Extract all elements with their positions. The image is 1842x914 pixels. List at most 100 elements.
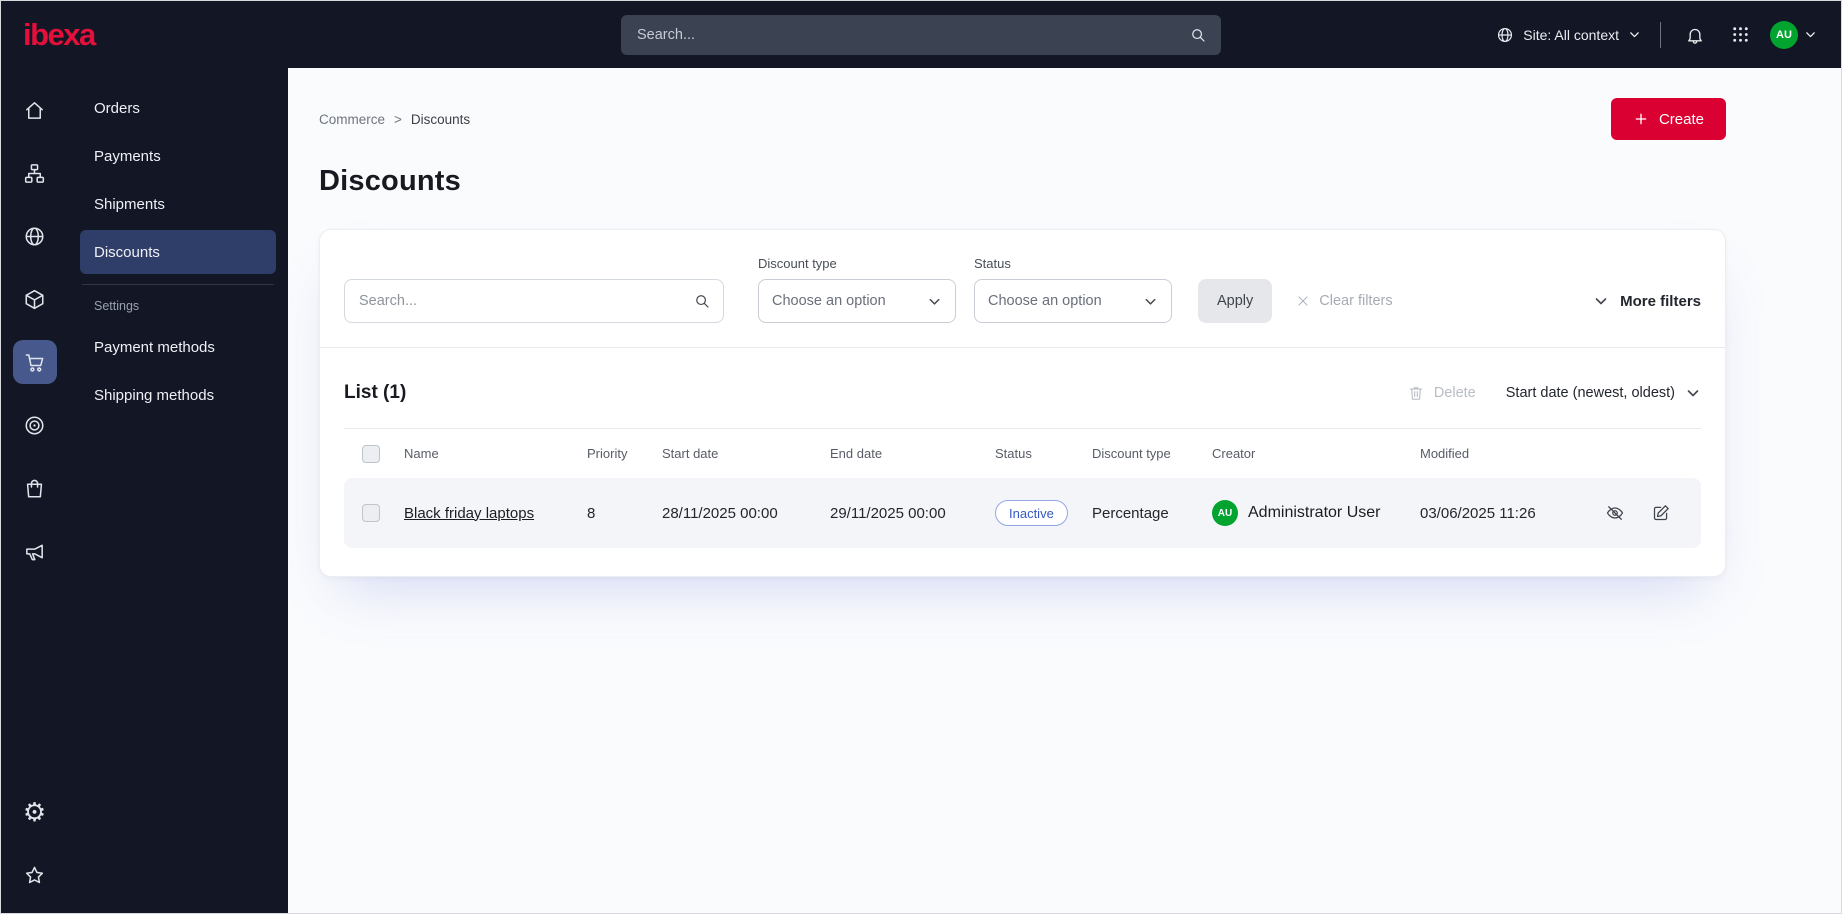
menu-item-discounts[interactable]: Discounts [80, 230, 276, 274]
gear-icon: ⚙ [22, 797, 47, 827]
menu-item-label: Discounts [94, 243, 160, 261]
list-title: List (1) [344, 382, 407, 403]
more-filters-label: More filters [1620, 292, 1701, 310]
nav-home-button[interactable] [13, 88, 57, 132]
select-all-checkbox[interactable] [362, 444, 380, 463]
delete-button[interactable]: Delete [1407, 384, 1476, 402]
page-title: Discounts [319, 165, 461, 197]
nav-marketing-button[interactable] [13, 529, 57, 573]
global-search [621, 14, 1221, 55]
sitemap-icon [23, 162, 46, 185]
user-menu[interactable]: AU [1770, 20, 1817, 49]
modified-value: 03/06/2025 11:26 [1420, 504, 1536, 522]
chevron-down-icon [1628, 28, 1641, 41]
create-button[interactable]: Create [1610, 98, 1726, 140]
row-checkbox[interactable] [362, 504, 380, 522]
admin-settings-button[interactable]: ⚙ [13, 790, 57, 834]
icon-rail: ⚙ [1, 68, 68, 913]
sort-dropdown[interactable]: Start date (newest, oldest) [1506, 385, 1701, 401]
menu-item-shipping-methods[interactable]: Shipping methods [80, 373, 276, 417]
search-icon [1189, 26, 1207, 44]
table-header-row: Name Priority Start date End date Status… [344, 428, 1701, 478]
discounts-card: Discount type Choose an option Status [319, 229, 1726, 577]
status-badge: Inactive [995, 500, 1068, 526]
menu-item-orders[interactable]: Orders [80, 86, 276, 130]
discount-name-link[interactable]: Black friday laptops [404, 505, 534, 522]
apply-filters-button[interactable]: Apply [1198, 279, 1273, 323]
site-context-label: Site: All context [1523, 26, 1619, 43]
discount-type-label: Discount type [758, 256, 837, 271]
row-actions [1594, 503, 1701, 523]
trash-icon [1407, 384, 1425, 402]
content-inner: Commerce > Discounts Create Discounts Se… [319, 98, 1726, 577]
more-filters-button[interactable]: More filters [1593, 279, 1701, 323]
rail-bottom-group: ⚙ [13, 790, 57, 897]
menu-item-shipments[interactable]: Shipments [80, 182, 276, 226]
topbar-right-cluster: Site: All context AU [1496, 19, 1817, 51]
plus-icon [1633, 111, 1649, 127]
ibexa-logo: ibexa [23, 16, 96, 52]
topbar-divider [1660, 21, 1661, 48]
menu-item-label: Orders [94, 99, 140, 117]
chevron-down-icon [1804, 28, 1817, 41]
column-header-discount-type: Discount type [1092, 446, 1171, 461]
target-icon [23, 414, 46, 437]
chevron-down-icon [1685, 385, 1701, 401]
bookmarks-button[interactable] [13, 853, 57, 897]
delete-button-label: Delete [1433, 385, 1476, 401]
eye-off-icon [1605, 503, 1625, 523]
nav-site-button[interactable] [13, 214, 57, 258]
menu-item-payments[interactable]: Payments [80, 134, 276, 178]
create-button-label: Create [1658, 110, 1704, 128]
filter-search [344, 279, 724, 323]
global-search-input[interactable] [621, 14, 1221, 55]
column-header-start-date: Start date [662, 446, 719, 461]
table-row: Black friday laptops 8 28/11/2025 00:00 … [344, 478, 1701, 548]
nav-content-structure-button[interactable] [13, 151, 57, 195]
grid-dots-icon [1731, 25, 1750, 44]
globe-icon [23, 225, 46, 248]
app-body: ⚙ Orders Payments Shipments Discounts Se… [1, 68, 1841, 913]
discount-type-select[interactable]: Choose an option [758, 279, 956, 323]
filter-search-input[interactable] [344, 279, 724, 323]
priority-value: 8 [587, 504, 596, 522]
deactivate-button[interactable] [1605, 503, 1625, 523]
site-context-switcher[interactable]: Site: All context [1496, 26, 1641, 44]
breadcrumb-discounts[interactable]: Discounts [411, 112, 470, 127]
edit-pencil-icon [1651, 503, 1671, 523]
commerce-menu: Orders Payments Shipments Discounts Sett… [68, 68, 288, 913]
discount-type-value: Percentage [1092, 504, 1169, 522]
menu-item-label: Shipping methods [94, 386, 215, 404]
menu-section-settings: Settings [94, 299, 140, 313]
menu-item-payment-methods[interactable]: Payment methods [80, 325, 276, 369]
clear-filters-button[interactable]: Clear filters [1296, 279, 1393, 323]
list-actions: Delete Start date (newest, oldest) [1407, 384, 1701, 402]
start-date-value: 28/11/2025 00:00 [662, 504, 778, 522]
breadcrumb-commerce[interactable]: Commerce [319, 112, 385, 127]
clear-filters-label: Clear filters [1319, 293, 1393, 309]
end-date-value: 29/11/2025 00:00 [830, 504, 946, 522]
notifications-button[interactable] [1680, 19, 1710, 51]
creator-avatar: AU [1212, 500, 1238, 526]
megaphone-icon [23, 540, 46, 563]
app-window: ibexa Site: All context [0, 0, 1842, 914]
column-header-name: Name [404, 446, 439, 461]
status-select[interactable]: Choose an option [974, 279, 1172, 323]
nav-personalization-button[interactable] [13, 403, 57, 447]
bell-icon [1685, 25, 1705, 45]
nav-product-catalog-button[interactable] [13, 277, 57, 321]
shopping-cart-icon [23, 351, 46, 374]
user-avatar: AU [1770, 20, 1798, 49]
top-bar: ibexa Site: All context [1, 1, 1841, 68]
chevron-down-icon [1143, 294, 1158, 309]
apps-menu-button[interactable] [1725, 19, 1755, 51]
breadcrumb-separator: > [394, 111, 402, 127]
chevron-down-icon [927, 294, 942, 309]
creator-name: Administrator User [1248, 504, 1381, 521]
main-content: Commerce > Discounts Create Discounts Se… [288, 68, 1841, 913]
column-header-creator: Creator [1212, 446, 1256, 461]
edit-button[interactable] [1651, 503, 1671, 523]
nav-shop-button[interactable] [13, 466, 57, 510]
search-icon [693, 292, 711, 310]
nav-commerce-button[interactable] [12, 340, 57, 384]
